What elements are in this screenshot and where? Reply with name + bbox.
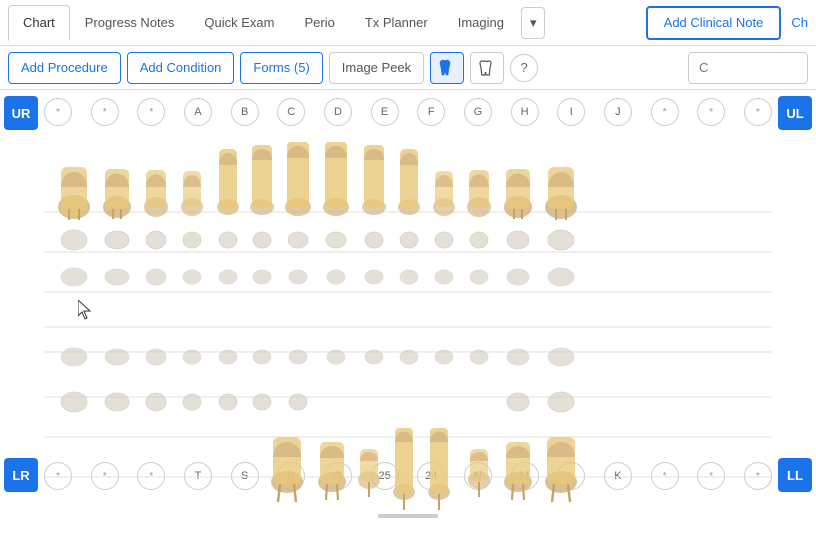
toolbar: Add Procedure Add Condition Forms (5) Im… [0, 46, 816, 90]
more-tabs-button[interactable]: ▾ [521, 7, 546, 39]
lower-central-left [393, 428, 415, 510]
tab-imaging[interactable]: Imaging [443, 5, 519, 41]
upper-molar-far-left [58, 167, 90, 220]
top-tooth-label[interactable]: D [324, 98, 352, 126]
upper-incisor-center-right [323, 142, 349, 216]
lower-molar-left-1 [318, 442, 346, 500]
upper-premolar-left-2 [181, 171, 203, 216]
upper-occlusal-row [61, 230, 574, 250]
ch-label: Ch [791, 15, 808, 30]
lower-molar-far-right [545, 437, 577, 502]
corner-lr-label: LR [4, 458, 38, 492]
add-clinical-note-button[interactable]: Add Clinical Note [646, 6, 782, 40]
lower-occlusal-top-row [61, 348, 574, 366]
upper-canine-left [217, 149, 239, 215]
tab-quick-exam[interactable]: Quick Exam [189, 5, 289, 41]
top-tooth-label[interactable]: H [511, 98, 539, 126]
top-tooth-label[interactable]: B [231, 98, 259, 126]
upper-incisor-right-1 [362, 145, 386, 215]
dental-chart: UR UL LR LL ***ABCDEFGHIJ*** ***TSRQ2524… [0, 90, 816, 520]
top-tooth-label[interactable]: G [464, 98, 492, 126]
add-condition-button[interactable]: Add Condition [127, 52, 235, 84]
top-tooth-label[interactable]: * [697, 98, 725, 126]
top-tooth-label[interactable]: C [277, 98, 305, 126]
top-tooth-label[interactable]: * [44, 98, 72, 126]
scroll-indicator [378, 514, 438, 518]
top-tooth-label[interactable]: E [371, 98, 399, 126]
top-tooth-label[interactable]: * [651, 98, 679, 126]
add-procedure-button[interactable]: Add Procedure [8, 52, 121, 84]
lower-premolar-left-1 [358, 449, 380, 497]
lower-premolar-right-1 [468, 449, 490, 497]
tab-perio[interactable]: Perio [289, 5, 349, 41]
tooth-view-button-2[interactable] [470, 52, 504, 84]
teeth-svg [44, 132, 772, 520]
forms-button[interactable]: Forms (5) [240, 52, 322, 84]
tooth-view-button-1[interactable] [430, 52, 464, 84]
upper-canine-right [398, 149, 420, 215]
forms-label: Forms [253, 60, 290, 75]
upper-molar-right-1 [504, 169, 532, 219]
tab-chart[interactable]: Chart [8, 5, 70, 41]
upper-incisor-left-2 [250, 145, 274, 215]
top-tooth-label[interactable]: J [604, 98, 632, 126]
lower-molar-far-left [271, 437, 303, 502]
help-icon: ? [521, 60, 528, 75]
upper-premolar-right-2 [467, 170, 491, 217]
corner-ll-label: LL [778, 458, 812, 492]
tab-tx-planner[interactable]: Tx Planner [350, 5, 443, 41]
corner-ul-label: UL [778, 96, 812, 130]
top-tooth-label[interactable]: * [91, 98, 119, 126]
help-button[interactable]: ? [510, 54, 538, 82]
top-tooth-label[interactable]: * [137, 98, 165, 126]
upper-premolar-left [144, 170, 168, 217]
lower-central-right [428, 428, 450, 510]
tab-progress-notes[interactable]: Progress Notes [70, 5, 190, 41]
upper-molar-right-2 [545, 167, 577, 220]
upper-molar-left-2 [103, 169, 131, 219]
top-tooth-label[interactable]: I [557, 98, 585, 126]
corner-ur-label: UR [4, 96, 38, 130]
top-tooth-label[interactable]: F [417, 98, 445, 126]
lower-occlusal-row [61, 392, 574, 412]
top-nav: Chart Progress Notes Quick Exam Perio Tx… [0, 0, 816, 46]
tooth-side-icon [477, 58, 497, 78]
chart-area: UR UL LR LL ***ABCDEFGHIJ*** ***TSRQ2524… [0, 90, 816, 520]
lower-molar-right-2 [504, 442, 532, 500]
upper-tooth-labels: * * * ABCDEFGHIJ * * * [44, 98, 772, 126]
forms-count: 5 [298, 60, 305, 75]
chart-search-input[interactable] [688, 52, 808, 84]
upper-incisor-center-left [285, 142, 311, 216]
top-tooth-label[interactable]: A [184, 98, 212, 126]
upper-bottom-row [61, 268, 574, 286]
tooth-front-icon [437, 58, 457, 78]
top-tooth-label[interactable]: * [744, 98, 772, 126]
upper-premolar-right-1 [433, 171, 455, 216]
image-peek-button[interactable]: Image Peek [329, 52, 424, 84]
